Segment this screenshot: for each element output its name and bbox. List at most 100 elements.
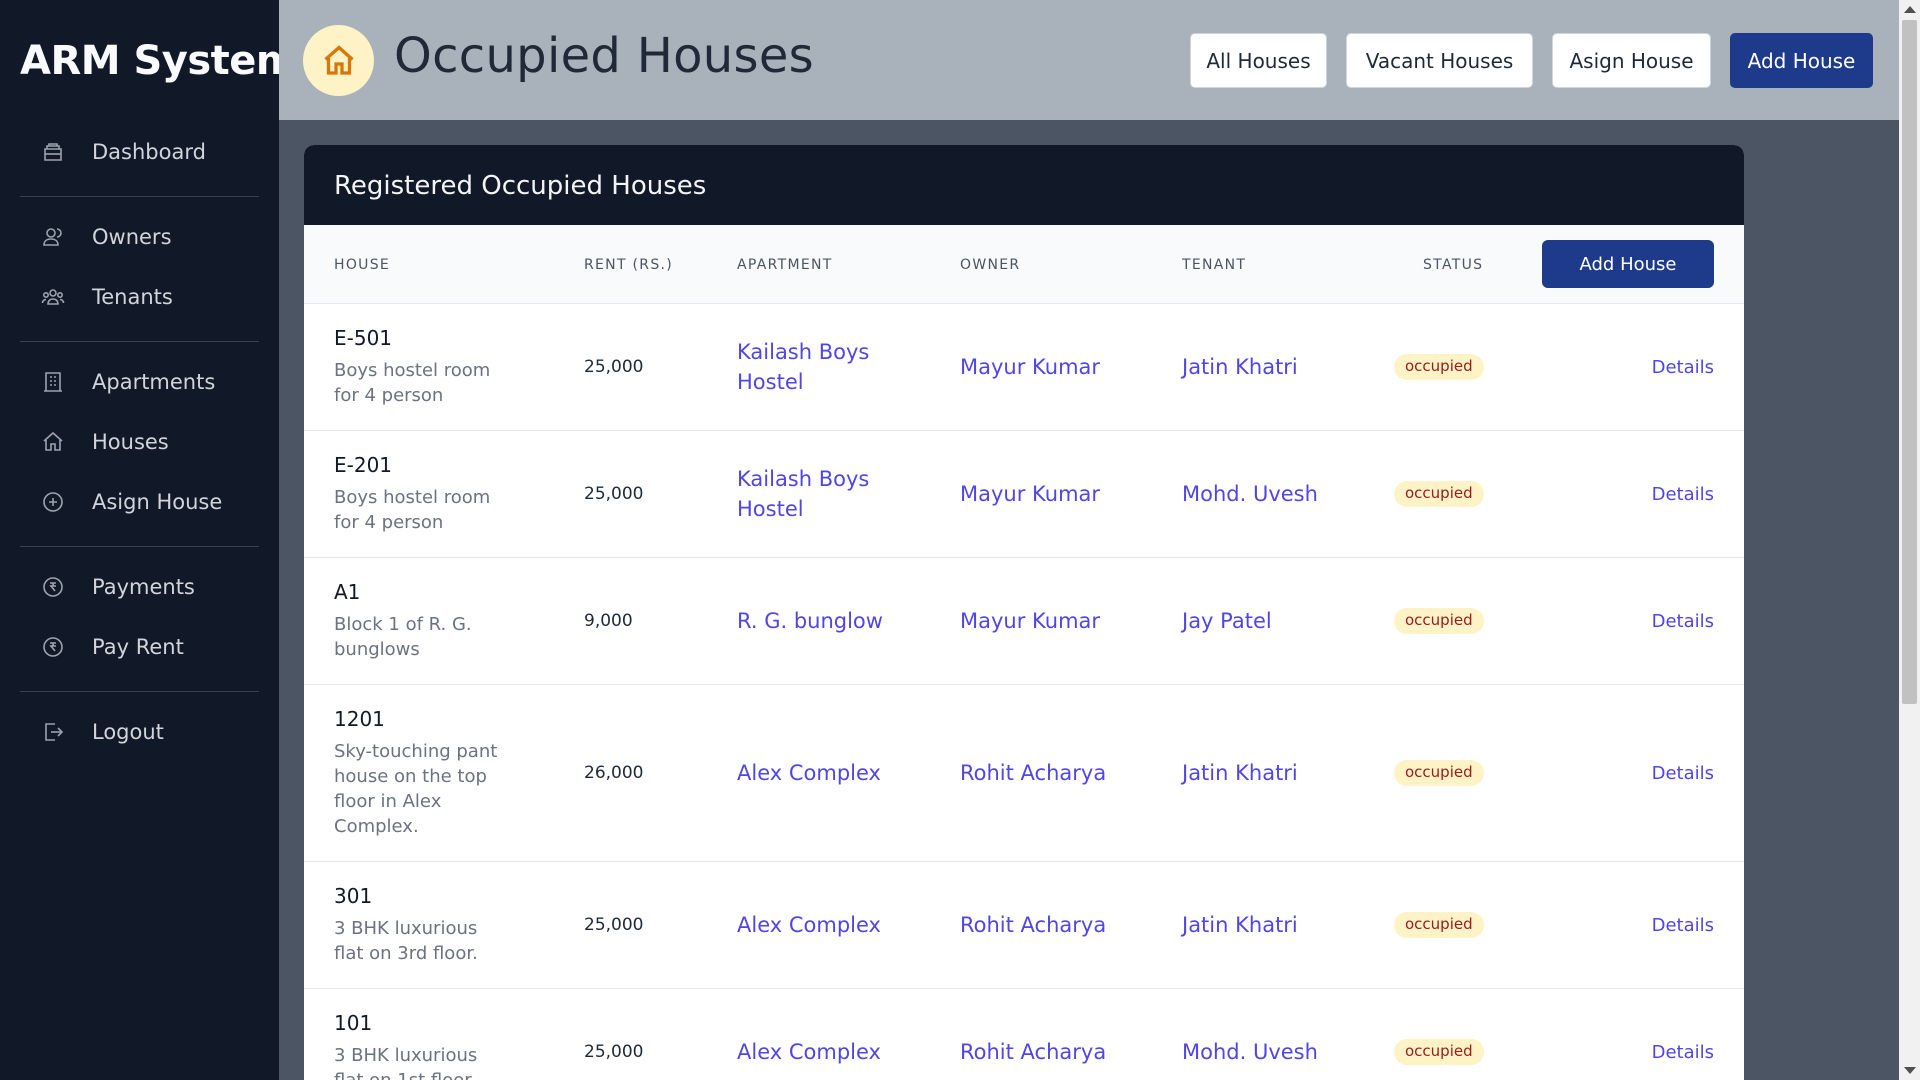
house-name: A1	[334, 580, 361, 604]
rent-value: 25,000	[584, 915, 644, 935]
apartment-link[interactable]: Alex Complex	[737, 758, 881, 788]
details-link[interactable]: Details	[1652, 558, 1714, 684]
rent-value: 26,000	[584, 763, 644, 783]
details-link[interactable]: Details	[1652, 431, 1714, 557]
sidebar-item-label: Owners	[92, 225, 172, 249]
sidebar-item-label: Payments	[92, 575, 195, 599]
nav-group-dashboard: Dashboard	[20, 112, 259, 197]
nav-group-payments: Payments Pay Rent	[20, 547, 259, 692]
house-description: Sky-touching pant house on the top floor…	[334, 741, 498, 837]
sidebar-item-label: Houses	[92, 430, 169, 454]
rent-value: 25,000	[584, 484, 644, 504]
owner-link[interactable]: Mayur Kumar	[960, 479, 1100, 509]
owner-link[interactable]: Rohit Acharya	[960, 910, 1106, 940]
house-name: E-201	[334, 453, 393, 477]
sidebar-item-payments[interactable]: Payments	[20, 557, 259, 617]
sidebar-item-label: Dashboard	[92, 140, 206, 164]
rent-value: 25,000	[584, 357, 644, 377]
owner-link[interactable]: Mayur Kumar	[960, 352, 1100, 382]
nav-group-property: Apartments Houses Asign House	[20, 342, 259, 547]
sidebar-item-apartments[interactable]: Apartments	[20, 352, 259, 412]
apartment-link[interactable]: Kailash Boys Hostel	[737, 337, 887, 397]
column-header-house: House	[334, 257, 391, 273]
tenant-link[interactable]: Jatin Khatri	[1182, 910, 1298, 940]
house-cell: E-201 Boys hostel room for 4 person	[334, 431, 504, 535]
house-name: E-501	[334, 326, 393, 350]
status-badge: occupied	[1394, 760, 1484, 786]
logout-icon	[40, 719, 66, 745]
scrollbar-thumb[interactable]	[1902, 20, 1917, 704]
tenant-link[interactable]: Jay Patel	[1182, 606, 1272, 636]
sidebar-item-label: Pay Rent	[92, 635, 184, 659]
building-icon	[40, 369, 66, 395]
scroll-up-icon[interactable]	[1904, 6, 1916, 13]
sidebar-item-houses[interactable]: Houses	[20, 412, 259, 472]
sidebar-item-owners[interactable]: Owners	[20, 207, 259, 267]
table-row: 101 3 BHK luxurious flat on 1st floor. 2…	[304, 989, 1744, 1080]
dashboard-icon	[40, 139, 66, 165]
details-link[interactable]: Details	[1652, 989, 1714, 1080]
card-title: Registered Occupied Houses	[304, 145, 1744, 225]
house-description: 3 BHK luxurious flat on 1st floor.	[334, 1045, 478, 1080]
details-link[interactable]: Details	[1652, 304, 1714, 430]
table-header: House Rent (Rs.) Apartment Owner Tenant …	[304, 225, 1744, 304]
nav-group-session: Logout	[20, 692, 259, 776]
asign-house-button[interactable]: Asign House	[1552, 33, 1711, 88]
home-icon	[40, 429, 66, 455]
column-header-tenant: Tenant	[1182, 257, 1247, 273]
tenant-link[interactable]: Jatin Khatri	[1182, 352, 1298, 382]
sidebar-item-asign-house[interactable]: Asign House	[20, 472, 259, 532]
scroll-down-icon[interactable]	[1904, 1067, 1916, 1074]
sidebar-item-pay-rent[interactable]: Pay Rent	[20, 617, 259, 677]
apartment-link[interactable]: Alex Complex	[737, 910, 881, 940]
table-row: 1201 Sky-touching pant house on the top …	[304, 685, 1744, 862]
tenant-link[interactable]: Mohd. Uvesh	[1182, 1037, 1318, 1067]
details-link[interactable]: Details	[1652, 862, 1714, 988]
table-row: 301 3 BHK luxurious flat on 3rd floor. 2…	[304, 862, 1744, 989]
tenant-link[interactable]: Jatin Khatri	[1182, 758, 1298, 788]
apartment-link[interactable]: Kailash Boys Hostel	[737, 464, 887, 524]
nav-group-people: Owners Tenants	[20, 197, 259, 342]
owner-link[interactable]: Rohit Acharya	[960, 758, 1106, 788]
house-description: 3 BHK luxurious flat on 3rd floor.	[334, 918, 478, 964]
house-description: Boys hostel room for 4 person	[334, 360, 491, 406]
all-houses-button[interactable]: All Houses	[1190, 33, 1327, 88]
house-name: 101	[334, 1011, 373, 1035]
house-cell: 301 3 BHK luxurious flat on 3rd floor.	[334, 862, 504, 966]
status-badge: occupied	[1394, 608, 1484, 634]
vacant-houses-button[interactable]: Vacant Houses	[1346, 33, 1533, 88]
house-description: Block 1 of R. G. bunglows	[334, 614, 472, 660]
owner-link[interactable]: Rohit Acharya	[960, 1037, 1106, 1067]
add-house-button[interactable]: Add House	[1730, 33, 1873, 88]
sidebar-item-logout[interactable]: Logout	[20, 702, 259, 762]
apartment-link[interactable]: R. G. bunglow	[737, 606, 883, 636]
details-link[interactable]: Details	[1652, 685, 1714, 861]
sidebar-item-tenants[interactable]: Tenants	[20, 267, 259, 327]
rent-value: 9,000	[584, 611, 633, 631]
owner-link[interactable]: Mayur Kumar	[960, 606, 1100, 636]
brand-logo: ARM System	[20, 38, 298, 84]
rent-value: 25,000	[584, 1042, 644, 1062]
sidebar: ARM System Dashboard Owners Tenants Apar…	[0, 0, 298, 1080]
table-add-house-button[interactable]: Add House	[1542, 240, 1714, 288]
rupee-icon	[40, 634, 66, 660]
tenants-icon	[40, 284, 66, 310]
tenant-link[interactable]: Mohd. Uvesh	[1182, 479, 1318, 509]
house-cell: E-501 Boys hostel room for 4 person	[334, 304, 504, 408]
apartment-link[interactable]: Alex Complex	[737, 1037, 881, 1067]
house-name: 301	[334, 884, 373, 908]
sidebar-item-dashboard[interactable]: Dashboard	[20, 122, 259, 182]
rupee-icon	[40, 574, 66, 600]
page-scrollbar[interactable]	[1899, 0, 1920, 1080]
occupied-houses-card: Registered Occupied Houses House Rent (R…	[304, 145, 1744, 1080]
column-header-owner: Owner	[960, 257, 1021, 273]
table-body: E-501 Boys hostel room for 4 person 25,0…	[304, 304, 1744, 1080]
sidebar-item-label: Asign House	[92, 490, 223, 514]
column-header-rent: Rent (Rs.)	[584, 257, 674, 273]
sidebar-item-label: Logout	[92, 720, 164, 744]
column-header-apartment: Apartment	[737, 257, 833, 273]
house-cell: 101 3 BHK luxurious flat on 1st floor.	[334, 989, 504, 1080]
plus-circle-icon	[40, 489, 66, 515]
house-name: 1201	[334, 707, 385, 731]
owners-icon	[40, 224, 66, 250]
